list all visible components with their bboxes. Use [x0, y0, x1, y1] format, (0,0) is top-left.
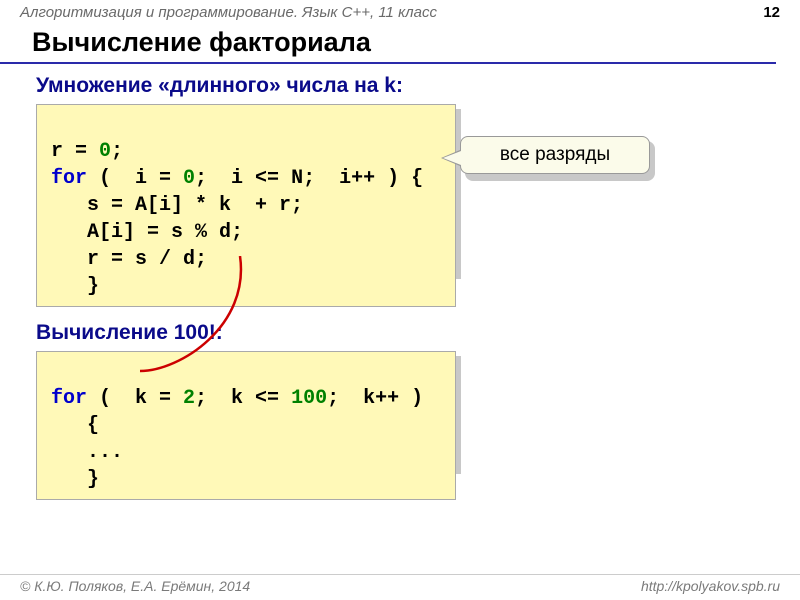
code-text: r = — [51, 140, 99, 163]
codebox2-wrap: for ( k = 2; k <= 100; k++ ) { ... } — [36, 351, 456, 500]
code-text: ; k++ ) — [327, 387, 423, 410]
code-number: 2 — [183, 387, 195, 410]
code-text: ; k <= — [195, 387, 291, 410]
code-text: ; i <= N; i++ ) { — [195, 167, 423, 190]
code-text: ( i = — [87, 167, 183, 190]
code-number: 0 — [99, 140, 111, 163]
code-text: ; — [111, 140, 123, 163]
code-number: 100 — [291, 387, 327, 410]
slide-title: Вычисление факториала — [0, 23, 776, 64]
codebox1-wrap: r = 0; for ( i = 0; i <= N; i++ ) { s = … — [36, 104, 456, 307]
callout-wrap: все разряды — [460, 136, 650, 174]
code-text: A[i] = s % d; — [51, 221, 243, 244]
course-title: Алгоритмизация и программирование. Язык … — [20, 4, 437, 21]
codebox2: for ( k = 2; k <= 100; k++ ) { ... } — [36, 351, 456, 500]
code-text: r = s / d; — [51, 248, 207, 271]
code-text: } — [51, 275, 99, 298]
callout: все разряды — [460, 136, 650, 174]
codebox1: r = 0; for ( i = 0; i <= N; i++ ) { s = … — [36, 104, 456, 307]
code-text: { — [51, 414, 99, 437]
footer-url: http://kpolyakov.spb.ru — [641, 575, 780, 594]
code-number: 0 — [183, 167, 195, 190]
code-text: s = A[i] * k + r; — [51, 194, 303, 217]
footer-copyright: © К.Ю. Поляков, Е.А. Ерёмин, 2014 — [20, 575, 250, 594]
code-text: ... — [51, 441, 123, 464]
page-number: 12 — [763, 4, 780, 21]
code-keyword: for — [51, 167, 87, 190]
code-keyword: for — [51, 387, 87, 410]
code-text: ( k = — [87, 387, 183, 410]
code-text: } — [51, 468, 99, 491]
section1-heading: Умножение «длинного» числа на k: — [0, 64, 800, 104]
header-bar: Алгоритмизация и программирование. Язык … — [0, 0, 800, 23]
section2-heading: Вычисление 100!: — [0, 307, 800, 351]
footer: © К.Ю. Поляков, Е.А. Ерёмин, 2014 http:/… — [0, 574, 800, 594]
